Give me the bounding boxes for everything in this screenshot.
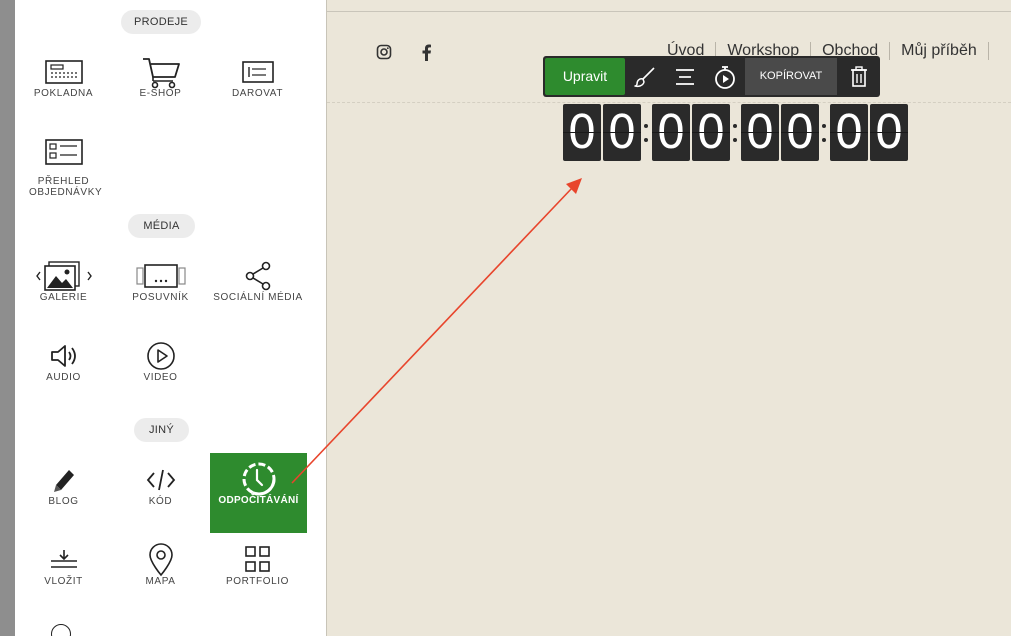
donate-card-icon: [209, 54, 306, 90]
tile-label: VLOŽIT: [44, 576, 83, 587]
brush-icon[interactable]: [625, 58, 665, 95]
countdown-colon: [731, 104, 739, 161]
window-edge: [0, 0, 15, 636]
countdown-digit: 0: [830, 104, 868, 161]
nav-separator: [889, 42, 891, 60]
tile-label: MAPA: [145, 576, 176, 587]
gallery-icon: [15, 258, 112, 294]
tile-eshop[interactable]: E-SHOP: [112, 46, 209, 126]
tile-label: GALERIE: [39, 292, 88, 303]
shopping-cart-icon: [112, 54, 209, 90]
section-label-other: JINÝ: [134, 418, 189, 442]
embed-icon: [15, 542, 112, 578]
page-canvas: Úvod Workshop Obchod Můj příběh Upravit …: [326, 0, 1011, 636]
tile-pokladna[interactable]: POKLADNA: [15, 46, 112, 126]
nav-separator: [987, 42, 989, 60]
tile-label: POSUVNÍK: [132, 292, 189, 303]
countdown-colon: [820, 104, 828, 161]
tile-video[interactable]: VIDEO: [112, 330, 209, 410]
copy-button[interactable]: KOPÍROVAT: [745, 58, 837, 95]
tile-label: KÓD: [148, 496, 173, 507]
countdown-digit: 0: [741, 104, 779, 161]
section-divider: [327, 102, 1011, 103]
section-label-sales: PRODEJE: [121, 10, 201, 34]
tile-label: DAROVAT: [231, 88, 284, 99]
tile-kod[interactable]: KÓD: [112, 454, 209, 534]
countdown-digit: 0: [692, 104, 730, 161]
instagram-icon[interactable]: [374, 42, 394, 62]
align-center-icon[interactable]: [665, 58, 705, 95]
element-toolbar: Upravit KOPÍROVAT: [543, 56, 880, 97]
cash-register-icon: [15, 54, 112, 90]
tile-mapa[interactable]: MAPA: [112, 534, 209, 614]
countdown-digit: 0: [603, 104, 641, 161]
countdown-digit: 0: [652, 104, 690, 161]
tile-odpocitavani[interactable]: ODPOČÍTÁVÁNÍ: [210, 453, 307, 533]
portfolio-grid-icon: [209, 542, 306, 578]
facebook-icon[interactable]: [416, 42, 436, 62]
partial-tile-icon: [51, 624, 71, 636]
tile-label: PŘEHLED OBJEDNÁVKY: [29, 176, 103, 198]
share-icon: [203, 258, 313, 294]
tile-portfolio[interactable]: PORTFOLIO: [209, 534, 306, 614]
tile-label: E-SHOP: [139, 88, 182, 99]
tile-darovat[interactable]: DAROVAT: [209, 46, 306, 126]
nav-link-muj-pribeh[interactable]: Můj příběh: [901, 42, 977, 60]
tile-posuvnik[interactable]: POSUVNÍK: [112, 250, 209, 330]
countdown-digit: 0: [870, 104, 908, 161]
tile-label: VIDEO: [143, 372, 178, 383]
tile-prehled-objednavky[interactable]: PŘEHLED OBJEDNÁVKY: [15, 126, 112, 206]
map-pin-icon: [112, 542, 209, 578]
edit-button[interactable]: Upravit: [545, 58, 625, 95]
tile-label: AUDIO: [46, 372, 81, 383]
tile-label: SOCIÁLNÍ MÉDIA: [213, 292, 303, 303]
tile-label: POKLADNA: [33, 88, 94, 99]
tile-label: BLOG: [48, 496, 79, 507]
tile-audio[interactable]: AUDIO: [15, 330, 112, 410]
order-summary-icon: [15, 134, 112, 170]
speaker-icon: [15, 338, 112, 374]
tile-galerie[interactable]: GALERIE: [15, 250, 112, 330]
slider-icon: [112, 258, 209, 294]
tile-vlozit[interactable]: VLOŽIT: [15, 534, 112, 614]
tile-socialni-media[interactable]: SOCIÁLNÍ MÉDIA: [203, 250, 313, 330]
trash-icon[interactable]: [839, 58, 879, 95]
pencil-icon: [15, 462, 112, 498]
countdown-digit: 0: [781, 104, 819, 161]
play-icon: [112, 338, 209, 374]
section-label-media: MÉDIA: [128, 214, 195, 238]
tile-blog[interactable]: BLOG: [15, 454, 112, 534]
canvas-top-bar: [327, 0, 1011, 12]
countdown-colon: [642, 104, 650, 161]
code-icon: [112, 462, 209, 498]
element-panel: PRODEJE POKLADNA E-SHOP DAROVAT PŘEHLED …: [15, 0, 326, 636]
countdown-timer-icon: [210, 461, 307, 497]
countdown-digit: 0: [563, 104, 601, 161]
tile-label: PORTFOLIO: [225, 576, 289, 587]
tile-label: ODPOČÍTÁVÁNÍ: [218, 495, 299, 506]
timer-icon[interactable]: [705, 58, 745, 95]
